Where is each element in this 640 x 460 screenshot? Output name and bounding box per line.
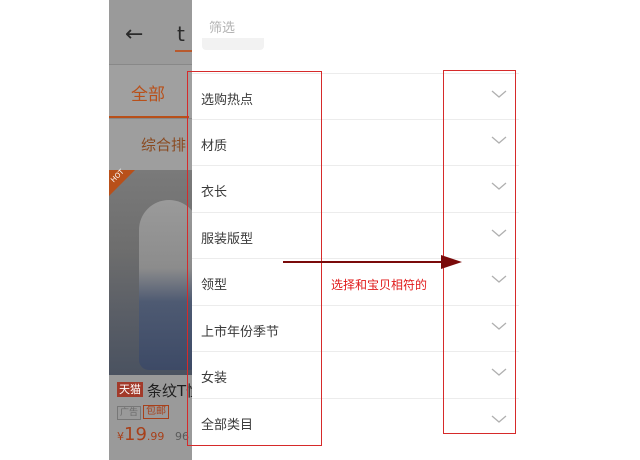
back-arrow-icon[interactable]: ← (125, 22, 143, 47)
annotation-note: 选择和宝贝相符的 (331, 278, 428, 292)
sort-comprehensive[interactable]: 综合排 (141, 134, 186, 155)
title-underlay (202, 38, 264, 50)
tab-all[interactable]: 全部 (131, 80, 165, 105)
filter-panel-title: 筛选 (209, 21, 236, 36)
annotation-arrow-icon (283, 255, 462, 269)
tmall-tag: 天猫 (117, 382, 143, 397)
price-decimal: .99 (146, 430, 165, 443)
free-shipping-tag: 包邮 (143, 405, 169, 419)
ad-tag: 广告 (117, 406, 142, 420)
price-symbol: ¥ (117, 430, 124, 443)
price-main: 19 (124, 424, 147, 445)
product-price: ¥19.99 (117, 424, 164, 445)
search-keyword[interactable]: t (177, 22, 185, 46)
